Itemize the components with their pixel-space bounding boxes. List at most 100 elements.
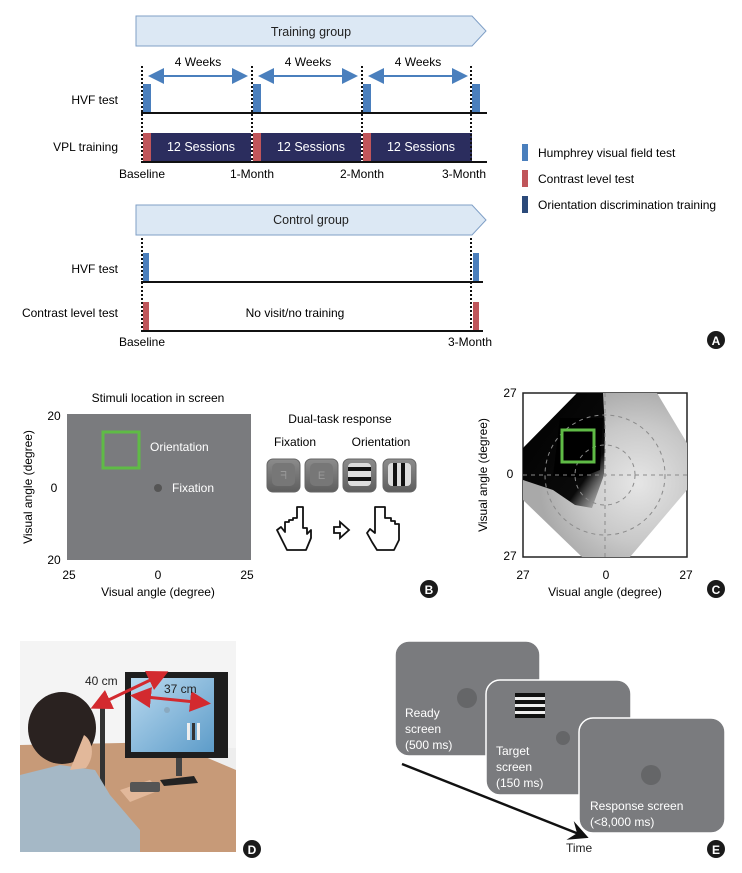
- badge-c: C: [707, 580, 725, 598]
- hvf-bar: [253, 84, 261, 112]
- legend-label: Contrast level test: [538, 172, 635, 186]
- contrast-bar: [143, 133, 151, 161]
- y-tick: 27: [503, 549, 517, 563]
- sessions-label: 12 Sessions: [277, 140, 345, 154]
- x-tick: 25: [240, 568, 254, 582]
- svg-text:screen: screen: [405, 722, 441, 736]
- legend-label: Orientation discrimination training: [538, 198, 716, 212]
- svg-text:ᖷ: ᖷ: [280, 470, 287, 482]
- timepoint-label: Baseline: [119, 167, 165, 181]
- svg-text:(150 ms): (150 ms): [496, 776, 543, 790]
- x-tick: 25: [62, 568, 76, 582]
- svg-text:E: E: [318, 470, 325, 482]
- svg-text:screen: screen: [496, 760, 532, 774]
- legend-swatch-training: [522, 196, 528, 213]
- contrast-bar: [253, 133, 261, 161]
- distance-screen-label: 37 cm: [164, 682, 197, 696]
- svg-text:Target: Target: [496, 744, 530, 758]
- badge-a: A: [707, 331, 725, 349]
- timepoint-label: 1-Month: [230, 167, 274, 181]
- svg-text:(<8,000 ms): (<8,000 ms): [590, 815, 654, 829]
- key-horizontal-grating: [342, 458, 377, 493]
- hand-pointer-icon: [366, 506, 400, 551]
- hand-pointer-icon: [276, 506, 312, 551]
- control-banner-label: Control group: [273, 213, 349, 227]
- y-tick: 20: [47, 553, 61, 567]
- timepoint-label: 3-Month: [442, 167, 486, 181]
- y-axis-label: Visual angle (degree): [476, 418, 490, 532]
- x-tick: 27: [516, 568, 530, 582]
- sessions-label: 12 Sessions: [387, 140, 455, 154]
- training-banner-label: Training group: [271, 25, 351, 39]
- panel-d: 40 cm 37 cm D: [20, 641, 261, 858]
- key-vertical-grating: [382, 458, 417, 493]
- control-banner: Control group: [135, 204, 487, 236]
- x-axis-label: Visual angle (degree): [101, 585, 215, 599]
- y-axis-label: Visual angle (degree): [21, 430, 35, 544]
- response-title: Dual-task response: [288, 412, 392, 426]
- interval-label: 4 Weeks: [395, 55, 441, 69]
- panel-b: Stimuli location in screen Orientation F…: [21, 391, 438, 599]
- legend-swatch-hvf: [522, 144, 528, 161]
- legend-swatch-contrast: [522, 170, 528, 187]
- contrast-bar: [363, 133, 371, 161]
- fixation-dot: [154, 484, 162, 492]
- legend: Humphrey visual field test Contrast leve…: [522, 144, 716, 213]
- svg-text:Ready: Ready: [405, 706, 440, 720]
- badge-d: D: [243, 840, 261, 858]
- interval-label: 4 Weeks: [175, 55, 221, 69]
- figure: Training group 4 Weeks 4 Weeks 4 Weeks H…: [20, 15, 726, 858]
- hvf-bar: [143, 253, 149, 281]
- interval-label: 4 Weeks: [285, 55, 331, 69]
- timepoint-label: 3-Month: [448, 335, 492, 349]
- row-label-hvf: HVF test: [71, 93, 118, 107]
- y-tick: 20: [47, 409, 61, 423]
- row-label-hvf: HVF test: [71, 262, 118, 276]
- badge-b: B: [420, 580, 438, 598]
- response-screen: Response screen (<8,000 ms): [578, 717, 726, 834]
- time-label: Time: [566, 841, 593, 855]
- panel-c: 27 0 27 27 0 27 Visual angle (degree) Vi…: [476, 386, 725, 599]
- badge-e: E: [707, 840, 725, 858]
- key-fixation-1: ᖷ: [266, 458, 301, 493]
- timepoint-label: 2-Month: [340, 167, 384, 181]
- svg-text:Response screen: Response screen: [590, 799, 683, 813]
- hvf-bar: [473, 253, 479, 281]
- svg-text:D: D: [248, 843, 257, 857]
- response-fixation-label: Fixation: [274, 435, 316, 449]
- panel-a: Training group 4 Weeks 4 Weeks 4 Weeks H…: [22, 15, 725, 349]
- orientation-label: Orientation: [150, 440, 209, 454]
- svg-text:(500 ms): (500 ms): [405, 738, 452, 752]
- row-label-contrast: Contrast level test: [22, 306, 119, 320]
- svg-text:C: C: [712, 583, 721, 597]
- hvf-bar: [363, 84, 371, 112]
- no-visit-label: No visit/no training: [246, 306, 345, 320]
- hvf-bar: [143, 84, 151, 112]
- stimuli-title: Stimuli location in screen: [92, 391, 225, 405]
- timepoint-label: Baseline: [119, 335, 165, 349]
- hvf-bar: [472, 84, 480, 112]
- contrast-bar: [143, 302, 149, 330]
- fixation-label: Fixation: [172, 481, 214, 495]
- legend-label: Humphrey visual field test: [538, 146, 676, 160]
- svg-text:E: E: [712, 843, 720, 857]
- distance-eye-label: 40 cm: [85, 674, 118, 688]
- arrow-right-icon: [333, 519, 351, 541]
- interval-arrows: 4 Weeks 4 Weeks 4 Weeks: [148, 55, 468, 84]
- y-tick: 0: [51, 481, 58, 495]
- key-fixation-2: E: [304, 458, 339, 493]
- x-axis-label: Visual angle (degree): [548, 585, 662, 599]
- row-label-vpl: VPL training: [53, 140, 118, 154]
- grating-stimulus: [515, 693, 545, 718]
- panel-e: Ready screen (500 ms) Target screen (150…: [394, 640, 726, 858]
- contrast-bar: [473, 302, 479, 330]
- y-tick: 0: [507, 467, 514, 481]
- svg-text:A: A: [712, 334, 721, 348]
- vpl-training-row: 12 Sessions 12 Sessions 12 Sessions: [143, 133, 472, 161]
- sessions-label: 12 Sessions: [167, 140, 235, 154]
- response-keys: ᖷ E: [266, 458, 417, 493]
- training-banner: Training group: [135, 15, 487, 47]
- response-orientation-label: Orientation: [352, 435, 411, 449]
- y-tick: 27: [503, 386, 517, 400]
- x-tick: 0: [603, 568, 610, 582]
